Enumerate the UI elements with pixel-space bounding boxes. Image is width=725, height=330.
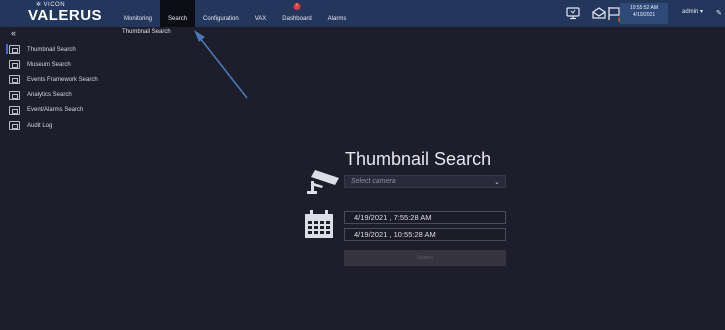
camera-select-placeholder: Select camera: [351, 178, 396, 185]
nav-monitoring[interactable]: Monitoring: [116, 0, 160, 27]
events-framework-icon: [9, 75, 20, 85]
sidebar-item-analytics-search[interactable]: Analytics Search: [9, 88, 98, 103]
sidebar-item-audit-log[interactable]: Audit Log: [9, 118, 98, 133]
page-title: Thumbnail Search: [345, 149, 492, 169]
nav-search[interactable]: Search: [160, 0, 196, 27]
nav-configuration[interactable]: Configuration: [195, 0, 247, 27]
event-alarms-search-icon: [9, 105, 20, 115]
sidebar-item-museum-search[interactable]: Museum Search: [9, 57, 98, 72]
start-time-field[interactable]: 4/19/2021 , 7:55:28 AM: [344, 211, 506, 224]
clock: 10:55:52 AM 4/19/2021: [620, 3, 668, 24]
vicon-logo: ✲ VICON VALERUS: [28, 1, 118, 24]
collapse-sidebar-button[interactable]: «: [11, 28, 16, 38]
end-time-field[interactable]: 4/19/2021 , 10:55:28 AM: [344, 228, 506, 241]
user-name: admin: [682, 9, 699, 15]
chevron-down-icon: ⌄: [494, 179, 500, 186]
clock-time: 10:55:52 AM: [629, 5, 659, 11]
user-menu[interactable]: admin ▾: [682, 8, 703, 15]
mail-icon[interactable]: [591, 5, 607, 21]
museum-search-icon: [9, 60, 20, 70]
calendar-icon: [304, 209, 334, 239]
sidebar-item-event-alarms-search[interactable]: Event/Alarms Search: [9, 103, 98, 118]
nav-dashboard[interactable]: ! Dashboard: [274, 0, 319, 27]
search-type-list: Thumbnail Search Museum Search Events Fr…: [6, 42, 98, 133]
nav-alarms[interactable]: Alarms: [320, 0, 355, 27]
security-camera-icon: [303, 164, 343, 194]
dashboard-alert-badge: !: [293, 3, 301, 10]
main-nav: Monitoring Search Configuration VAX ! Da…: [116, 0, 354, 27]
search-button[interactable]: Search: [344, 250, 506, 266]
breadcrumb: Thumbnail Search: [122, 29, 171, 35]
camera-select[interactable]: Select camera ⌄: [344, 175, 506, 188]
sidebar-item-events-framework-search[interactable]: Events Framework Search: [9, 72, 98, 87]
sidebar-item-thumbnail-search[interactable]: Thumbnail Search: [6, 42, 98, 57]
nav-vax[interactable]: VAX: [247, 0, 275, 27]
monitor-icon[interactable]: [565, 5, 581, 21]
audit-log-icon: [9, 121, 20, 131]
thumbnail-search-icon: [9, 45, 20, 55]
pin-icon[interactable]: ✎: [716, 9, 722, 17]
analytics-search-icon: [9, 90, 20, 100]
brand-name: VALERUS: [28, 7, 103, 24]
chevron-down-icon: ▾: [700, 9, 704, 15]
top-bar: ✲ VICON VALERUS Monitoring Search Config…: [0, 0, 725, 27]
clock-date: 4/19/2021: [632, 12, 656, 18]
